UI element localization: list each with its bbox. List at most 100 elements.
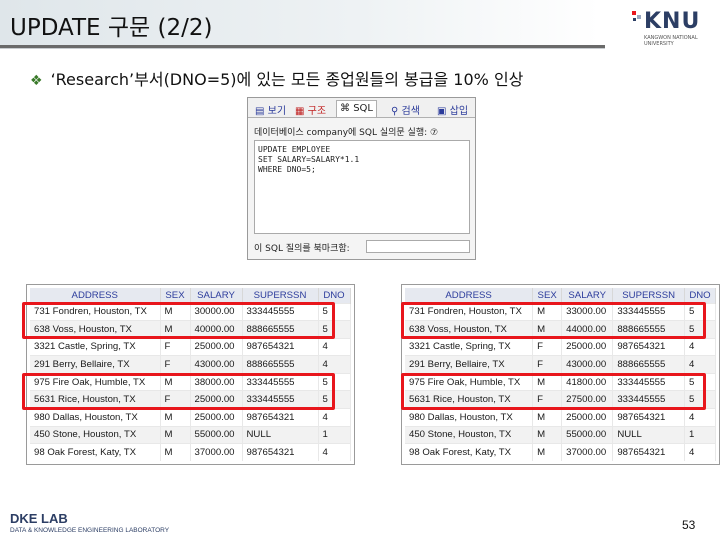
table-row[interactable]: 980 Dallas, Houston, TX M 25000.00 98765432… (405, 408, 717, 427)
logo-name: KNU (644, 9, 701, 34)
cell-sex: M (160, 443, 191, 462)
bullet-text: ‘Research’부서(DNO=5)에 있는 모든 종업원들의 봉급을 10%… (50, 70, 524, 89)
table-header-row: ADDRESS SEX SALARY SUPERSSN DNO (30, 288, 351, 303)
cell-salary: 25000.00 (561, 408, 614, 427)
cell-salary: 43000.00 (561, 355, 614, 374)
cell-sex: M (160, 425, 191, 444)
cell-salary: 25000.00 (190, 337, 243, 356)
panel-tabs: ▤ 보기 ▦ 구조 ⌘ SQL ⚲ 검색 ▣ 삽입 (248, 98, 475, 118)
cell-address: 980 Dallas, Houston, TX (30, 408, 161, 427)
highlight-box-after-top (401, 302, 706, 339)
table-row[interactable]: 98 Oak Forest, Katy, TX M 37000.00 98765432… (405, 443, 717, 462)
cell-sex: F (532, 355, 563, 374)
column-header-superssn[interactable]: SUPERSSN (242, 288, 319, 303)
cell-superssn: 888665555 (242, 355, 319, 374)
diamond-bullet-icon: ❖ (30, 73, 43, 89)
cell-salary: 37000.00 (561, 443, 614, 462)
cell-dno: 4 (684, 443, 717, 462)
cell-dno: 4 (684, 355, 717, 374)
cell-salary: 25000.00 (190, 408, 243, 427)
cell-superssn: NULL (242, 425, 319, 444)
cell-address: 3321 Castle, Spring, TX (405, 337, 534, 356)
column-header-sex[interactable]: SEX (532, 288, 563, 303)
cell-address: 291 Berry, Bellaire, TX (405, 355, 534, 374)
cell-address: 980 Dallas, Houston, TX (405, 408, 534, 427)
cell-salary: 55000.00 (561, 425, 614, 444)
cell-salary: 37000.00 (190, 443, 243, 462)
cell-dno: 4 (318, 337, 351, 356)
table-row[interactable]: 980 Dallas, Houston, TX M 25000.00 98765432… (30, 408, 351, 427)
table-row[interactable]: 98 Oak Forest, Katy, TX M 37000.00 98765432… (30, 443, 351, 462)
highlight-box-before-top (22, 302, 335, 339)
tab-insert[interactable]: ▣ 삽입 (434, 100, 471, 117)
sql-query-panel: ▤ 보기 ▦ 구조 ⌘ SQL ⚲ 검색 ▣ 삽입 데이터베이스 company… (247, 97, 476, 260)
university-logo: KNU KANGWON NATIONAL UNIVERSITY (628, 5, 718, 50)
cell-sex: M (532, 443, 563, 462)
cell-salary: 43000.00 (190, 355, 243, 374)
cell-superssn: 987654321 (612, 337, 685, 356)
highlight-box-before-bottom (22, 373, 335, 410)
bookmark-label: 이 SQL 질의를 북마크함: (254, 244, 350, 254)
logo-mark-icon (632, 11, 641, 21)
database-label: 데이터베이스 company에 SQL 실의문 실행: ⑦ (254, 128, 439, 138)
lab-name: DKE LAB (10, 511, 68, 526)
column-header-superssn[interactable]: SUPERSSN (612, 288, 685, 303)
cell-superssn: 987654321 (242, 337, 319, 356)
table-header-row: ADDRESS SEX SALARY SUPERSSN DNO (405, 288, 717, 303)
column-header-address[interactable]: ADDRESS (405, 288, 534, 303)
bookmark-input[interactable] (366, 240, 470, 253)
cell-sex: M (160, 408, 191, 427)
cell-dno: 4 (684, 408, 717, 427)
slide-header: UPDATE 구문 (2/2) (0, 0, 720, 52)
sql-line: WHERE DNO=5; (258, 165, 316, 174)
table-row[interactable]: 291 Berry, Bellaire, TX F 43000.00 88866555… (30, 355, 351, 374)
tab-search[interactable]: ⚲ 검색 (388, 100, 423, 117)
page-number: 53 (682, 518, 696, 532)
cell-address: 291 Berry, Bellaire, TX (30, 355, 161, 374)
slide-title: UPDATE 구문 (2/2) (10, 15, 213, 41)
cell-superssn: 987654321 (612, 443, 685, 462)
cell-address: 450 Stone, Houston, TX (405, 425, 534, 444)
cell-dno: 4 (318, 408, 351, 427)
cell-superssn: 987654321 (612, 408, 685, 427)
cell-superssn: 987654321 (242, 408, 319, 427)
sql-line: UPDATE EMPLOYEE (258, 145, 331, 154)
cell-sex: F (160, 337, 191, 356)
column-header-salary[interactable]: SALARY (561, 288, 614, 303)
cell-superssn: 987654321 (242, 443, 319, 462)
cell-sex: F (532, 337, 563, 356)
tab-sql[interactable]: ⌘ SQL (336, 100, 377, 117)
cell-superssn: 888665555 (612, 355, 685, 374)
sql-query-editor[interactable]: UPDATE EMPLOYEE SET SALARY=SALARY*1.1 WH… (254, 140, 470, 234)
footer-lab-logo: DKE LAB DATA & KNOWLEDGE ENGINEERING LAB… (10, 511, 169, 534)
column-header-dno[interactable]: DNO (318, 288, 351, 303)
cell-address: 450 Stone, Houston, TX (30, 425, 161, 444)
table-row[interactable]: 3321 Castle, Spring, TX F 25000.00 98765432… (405, 337, 717, 356)
column-header-salary[interactable]: SALARY (190, 288, 243, 303)
cell-superssn: NULL (612, 425, 685, 444)
cell-dno: 4 (318, 443, 351, 462)
cell-dno: 4 (318, 355, 351, 374)
lab-subtitle: DATA & KNOWLEDGE ENGINEERING LABORATORY (10, 527, 170, 534)
cell-dno: 1 (318, 425, 351, 444)
column-header-sex[interactable]: SEX (160, 288, 191, 303)
title-underline-light (0, 48, 605, 49)
tab-browse[interactable]: ▤ 보기 (252, 100, 289, 117)
sql-line: SET SALARY=SALARY*1.1 (258, 155, 360, 164)
cell-salary: 25000.00 (561, 337, 614, 356)
cell-dno: 1 (684, 425, 717, 444)
table-row[interactable]: 291 Berry, Bellaire, TX F 43000.00 88866555… (405, 355, 717, 374)
table-row[interactable]: 450 Stone, Houston, TX M 55000.00 NULL 1 (30, 425, 351, 444)
cell-sex: M (532, 425, 563, 444)
column-header-dno[interactable]: DNO (684, 288, 717, 303)
bullet-point: ❖ ‘Research’부서(DNO=5)에 있는 모든 종업원들의 봉급을 10… (30, 66, 523, 90)
cell-dno: 4 (684, 337, 717, 356)
cell-salary: 55000.00 (190, 425, 243, 444)
tab-structure[interactable]: ▦ 구조 (292, 100, 329, 117)
logo-subtitle: KANGWON NATIONAL UNIVERSITY (644, 35, 698, 47)
table-row[interactable]: 450 Stone, Houston, TX M 55000.00 NULL 1 (405, 425, 717, 444)
column-header-address[interactable]: ADDRESS (30, 288, 161, 303)
table-row[interactable]: 3321 Castle, Spring, TX F 25000.00 98765432… (30, 337, 351, 356)
cell-address: 3321 Castle, Spring, TX (30, 337, 161, 356)
highlight-box-after-bottom (401, 373, 706, 410)
